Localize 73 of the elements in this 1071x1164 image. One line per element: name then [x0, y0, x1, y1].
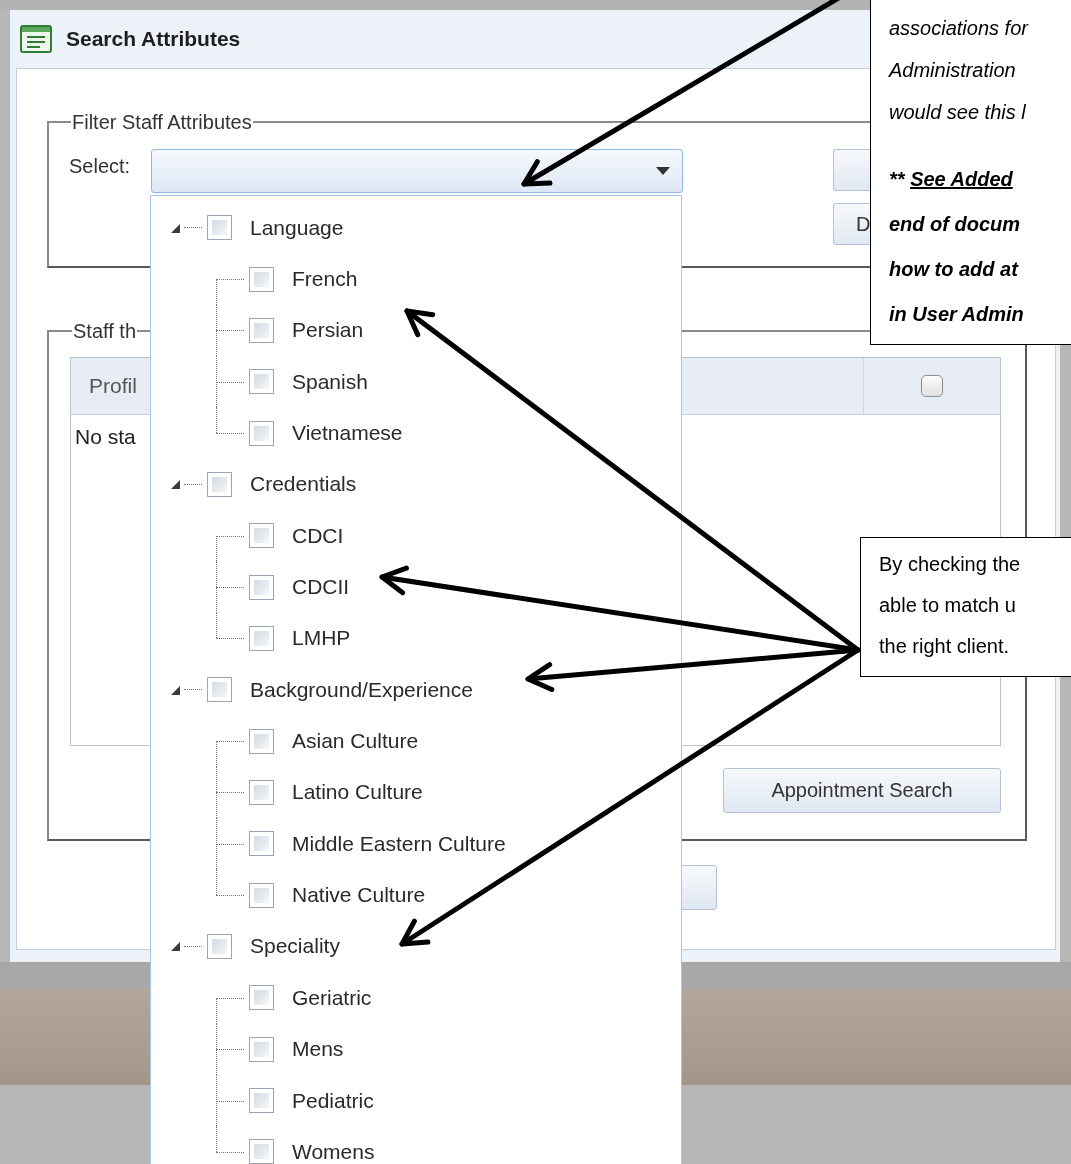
group-title: Filter Staff Attributes — [71, 110, 253, 134]
checkbox[interactable] — [249, 574, 274, 600]
select-label: Select: — [69, 154, 132, 178]
callout-text: By checking the able to match u the right client. — [879, 552, 1022, 659]
select-dropdown[interactable] — [151, 149, 683, 193]
checkbox[interactable] — [207, 215, 232, 241]
item-label: Womens — [292, 1139, 375, 1164]
item-label: Vietnamese — [292, 421, 403, 446]
item-label: Mens — [292, 1037, 344, 1062]
action-button[interactable]: D — [833, 203, 871, 245]
empty-message: No sta — [75, 425, 136, 449]
select-all-checkbox[interactable] — [921, 375, 943, 397]
checkbox[interactable] — [249, 779, 274, 805]
item-label: Spanish — [292, 369, 368, 394]
checkbox[interactable] — [249, 317, 274, 343]
checkbox[interactable] — [249, 1139, 274, 1164]
tree-item[interactable]: CDCI — [151, 510, 681, 562]
tree-item[interactable]: Mens — [151, 1023, 681, 1075]
item-label: Credentials — [250, 472, 357, 497]
tree-item[interactable]: Spanish — [151, 356, 681, 408]
checkbox[interactable] — [249, 1036, 274, 1062]
tree-item[interactable]: Geriatric — [151, 972, 681, 1024]
callout-text: associations for Administration would see this l — [889, 16, 1030, 125]
checkbox[interactable] — [249, 420, 274, 446]
callout-text: ** See Added end of docum how to add at in User Admin — [889, 167, 1025, 327]
tree-item[interactable]: Asian Culture — [151, 715, 681, 767]
item-label: CDCII — [292, 575, 350, 600]
checkbox[interactable] — [249, 728, 274, 754]
tree-item[interactable]: Language — [151, 202, 681, 254]
action-button[interactable] — [833, 149, 871, 191]
item-label: Background/Experience — [250, 677, 473, 702]
item-label: Native Culture — [292, 883, 426, 908]
tree-item[interactable]: Middle Eastern Culture — [151, 818, 681, 870]
checkbox[interactable] — [249, 523, 274, 549]
checkbox[interactable] — [249, 985, 274, 1011]
item-label: LMHP — [292, 626, 351, 651]
tree-item[interactable]: Womens — [151, 1126, 681, 1164]
item-label: Latino Culture — [292, 780, 423, 805]
item-label: CDCI — [292, 523, 344, 548]
list-window-icon — [20, 25, 52, 53]
tree-item[interactable]: Native Culture — [151, 869, 681, 921]
item-label: Speciality — [250, 934, 340, 959]
checkbox[interactable] — [249, 882, 274, 908]
window-title: Search Attributes — [66, 27, 241, 51]
checkbox[interactable] — [249, 369, 274, 395]
tree-item[interactable]: Credentials — [151, 458, 681, 511]
item-label: Language — [250, 215, 344, 240]
tree-item[interactable]: Speciality — [151, 920, 681, 973]
item-label: French — [292, 267, 358, 291]
tree-item[interactable]: Pediatric — [151, 1074, 681, 1127]
checkbox[interactable] — [207, 471, 232, 497]
appointment-search-button[interactable]: Appointment Search — [723, 768, 1001, 813]
checkbox[interactable] — [249, 266, 274, 292]
item-label: Geriatric — [292, 985, 372, 1010]
checkbox[interactable] — [207, 677, 232, 703]
group-title: Staff th — [72, 319, 137, 343]
checkbox[interactable] — [249, 1088, 274, 1113]
item-label: Pediatric — [292, 1088, 374, 1113]
tree-item[interactable]: French — [151, 253, 681, 305]
column-header: Profil — [89, 374, 137, 398]
caret-icon — [656, 167, 670, 175]
tree-item[interactable]: LMHP — [151, 612, 681, 665]
tree-item[interactable]: Latino Culture — [151, 766, 681, 819]
item-label: Asian Culture — [292, 729, 419, 754]
checkbox[interactable] — [249, 625, 274, 651]
tree-item[interactable]: Persian — [151, 304, 681, 357]
item-label: Persian — [292, 318, 364, 343]
checkbox[interactable] — [249, 831, 274, 857]
tree-item[interactable]: Background/Experience — [151, 664, 681, 716]
tree-item[interactable]: Vietnamese — [151, 407, 681, 459]
tree-item[interactable]: CDCII — [151, 561, 681, 613]
item-label: Middle Eastern Culture — [292, 831, 506, 856]
checkbox[interactable] — [207, 934, 232, 959]
